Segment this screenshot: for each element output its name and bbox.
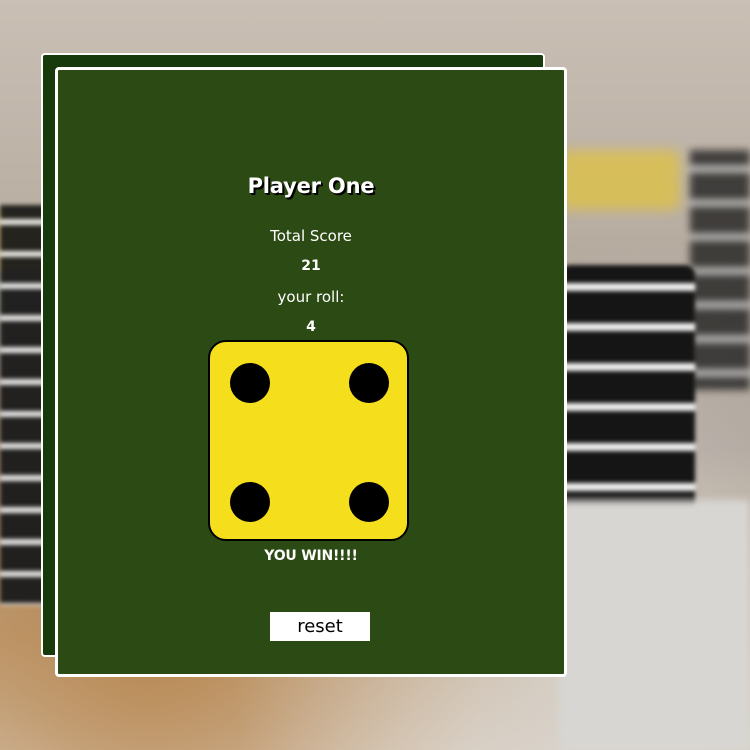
background-poker-chips-right: [560, 265, 695, 515]
total-score-label: Total Score: [270, 227, 352, 245]
die-pip: [349, 363, 389, 403]
background-poker-chips-far: [690, 150, 750, 390]
background-blur-yellow-right: [560, 150, 680, 210]
background-blur-yellow: [0, 210, 45, 270]
player-one-card: Player One Total Score 21 your roll: 4 Y…: [55, 67, 567, 677]
roll-value: 4: [306, 319, 316, 335]
die-pip: [230, 482, 270, 522]
reset-button[interactable]: reset: [270, 612, 370, 641]
player-name: Player One: [247, 174, 375, 198]
result-message: YOU WIN!!!!: [264, 548, 358, 564]
total-score-value: 21: [301, 258, 321, 274]
die-pip: [349, 482, 389, 522]
roll-label: your roll:: [277, 288, 345, 306]
die-face-four[interactable]: [208, 340, 409, 541]
die-pip: [230, 363, 270, 403]
background-chip-tray: [560, 500, 750, 750]
